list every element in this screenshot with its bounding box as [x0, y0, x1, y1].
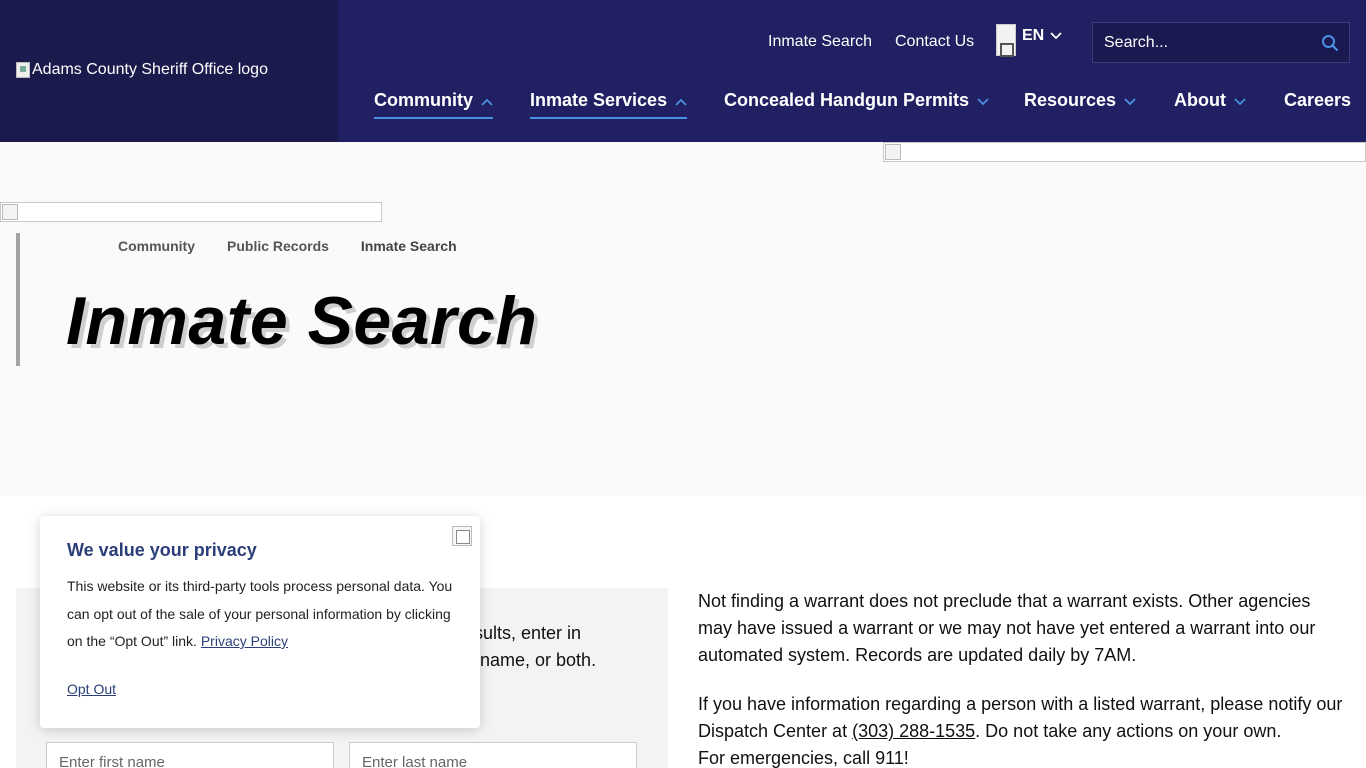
privacy-body: This website or its third-party tools pr…: [67, 573, 462, 656]
language-selector[interactable]: EN: [996, 24, 1066, 60]
privacy-title: We value your privacy: [67, 540, 257, 560]
language-flag-icon: [996, 24, 1016, 57]
chevron-down-icon: [1050, 29, 1062, 43]
breadcrumb: Community Public Records Inmate Search: [118, 238, 457, 254]
broken-image-icon: [885, 144, 901, 160]
dispatch-notice: If you have information regarding a pers…: [698, 691, 1348, 745]
chevron-down-icon: [1234, 90, 1246, 111]
nav-resources[interactable]: Resources: [1024, 90, 1136, 117]
logo-container: Adams County Sheriff Office logo: [0, 0, 338, 142]
chevron-down-icon: [977, 90, 989, 111]
warrant-disclaimer: Not finding a warrant does not preclude …: [698, 591, 1316, 665]
privacy-banner: We value your privacy This website or it…: [40, 516, 480, 728]
hero-image-placeholder-left: [0, 202, 382, 222]
nav-concealed-handgun-permits[interactable]: Concealed Handgun Permits: [724, 90, 989, 117]
nav-label: Resources: [1024, 90, 1117, 110]
nav-label: Concealed Handgun Permits: [724, 90, 970, 110]
emergency-notice: For emergencies, call 911!: [698, 748, 909, 768]
privacy-policy-link[interactable]: Privacy Policy: [201, 633, 288, 649]
dispatch-phone-link[interactable]: (303) 288-1535: [852, 721, 975, 741]
search-input[interactable]: [1093, 23, 1311, 62]
nav-label: About: [1174, 90, 1226, 110]
nav-careers[interactable]: Careers: [1284, 90, 1351, 117]
nav-label: Community: [374, 90, 473, 110]
broken-image-icon: [2, 204, 18, 220]
warrant-info: Not finding a warrant does not preclude …: [698, 588, 1348, 768]
nav-community[interactable]: Community: [374, 90, 493, 119]
opt-out-link[interactable]: Opt Out: [67, 681, 116, 697]
search-icon[interactable]: [1311, 23, 1349, 62]
chevron-down-icon: [1124, 90, 1136, 111]
site-header: Adams County Sheriff Office logo Inmate …: [0, 0, 1366, 142]
utility-link-contact-us[interactable]: Contact Us: [895, 33, 974, 51]
page-title: Inmate Search: [66, 283, 538, 359]
utility-link-inmate-search[interactable]: Inmate Search: [768, 33, 872, 51]
chevron-up-icon: [481, 90, 493, 111]
logo-alt-text: Adams County Sheriff Office logo: [32, 61, 268, 78]
dispatch-notice-tail: . Do not take any actions on your own.: [975, 721, 1282, 741]
chevron-up-icon: [675, 90, 687, 111]
logo-image-icon: [16, 62, 30, 78]
nav-label: Careers: [1284, 90, 1352, 110]
breadcrumb-community[interactable]: Community: [118, 238, 195, 254]
last-name-field: [349, 742, 637, 768]
last-name-input[interactable]: [350, 743, 636, 768]
hero-image-placeholder-right: [883, 142, 1366, 162]
search-box: [1092, 22, 1350, 63]
site-logo[interactable]: Adams County Sheriff Office logo: [16, 61, 268, 79]
nav-label: Inmate Services: [530, 90, 668, 110]
title-accent-bar: [16, 233, 20, 366]
first-name-input[interactable]: [47, 743, 333, 768]
breadcrumb-public-records[interactable]: Public Records: [227, 238, 329, 254]
nav-about[interactable]: About: [1174, 90, 1246, 117]
close-icon[interactable]: [452, 526, 472, 546]
first-name-field: [46, 742, 334, 768]
language-code: EN: [1022, 27, 1045, 44]
nav-inmate-services[interactable]: Inmate Services: [530, 90, 688, 119]
breadcrumb-inmate-search: Inmate Search: [360, 238, 457, 254]
